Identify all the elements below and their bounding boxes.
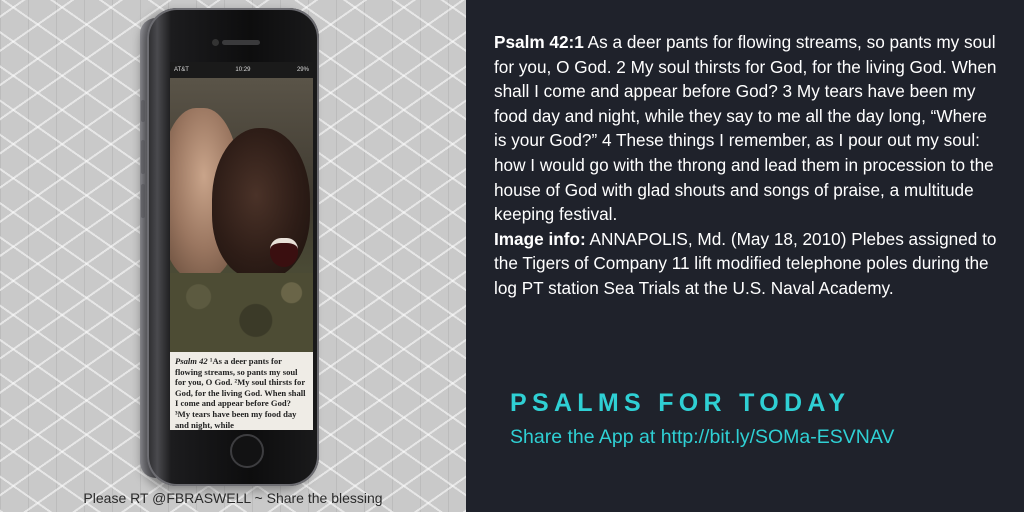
phone-screen: AT&T 10:29 29% Psalm 42 ¹As a deer pants… — [170, 62, 313, 430]
volume-down-button — [141, 184, 145, 218]
phone-verse-card: Psalm 42 ¹As a deer pants for flowing st… — [170, 352, 313, 430]
cadets-photo — [170, 78, 313, 352]
left-panel: AT&T 10:29 29% Psalm 42 ¹As a deer pants… — [0, 0, 466, 512]
cadet-mouth — [270, 238, 298, 267]
carrier-label: AT&T — [174, 67, 189, 73]
volume-up-button — [141, 140, 145, 174]
app-title: PSALMS FOR TODAY — [510, 389, 851, 417]
battery-label: 29% — [296, 67, 309, 73]
clock-label: 10:29 — [235, 67, 251, 73]
phone-verse-text: ¹As a deer pants for flowing streams, so… — [175, 356, 306, 430]
scripture-text: As a deer pants for flowing streams, so … — [494, 32, 997, 225]
front-camera-icon — [212, 39, 219, 46]
camouflage-uniform — [170, 273, 313, 352]
image-info-label: Image info: — [494, 228, 586, 249]
phone-status-bar: AT&T 10:29 29% — [170, 62, 313, 78]
share-app-link[interactable]: Share the App at http://bit.ly/SOMa-ESVN… — [510, 426, 894, 449]
earpiece-speaker — [222, 40, 260, 45]
right-panel: Psalm 42:1 As a deer pants for flowing s… — [466, 0, 1024, 512]
share-caption: Please RT @FBRASWELL ~ Share the blessin… — [83, 490, 383, 506]
mute-switch — [141, 100, 145, 122]
phone-verse-ref: Psalm 42 — [175, 356, 208, 366]
home-button — [230, 434, 264, 468]
scripture-ref: Psalm 42:1 — [494, 32, 584, 52]
scripture-passage: Psalm 42:1 As a deer pants for flowing s… — [494, 30, 1004, 301]
